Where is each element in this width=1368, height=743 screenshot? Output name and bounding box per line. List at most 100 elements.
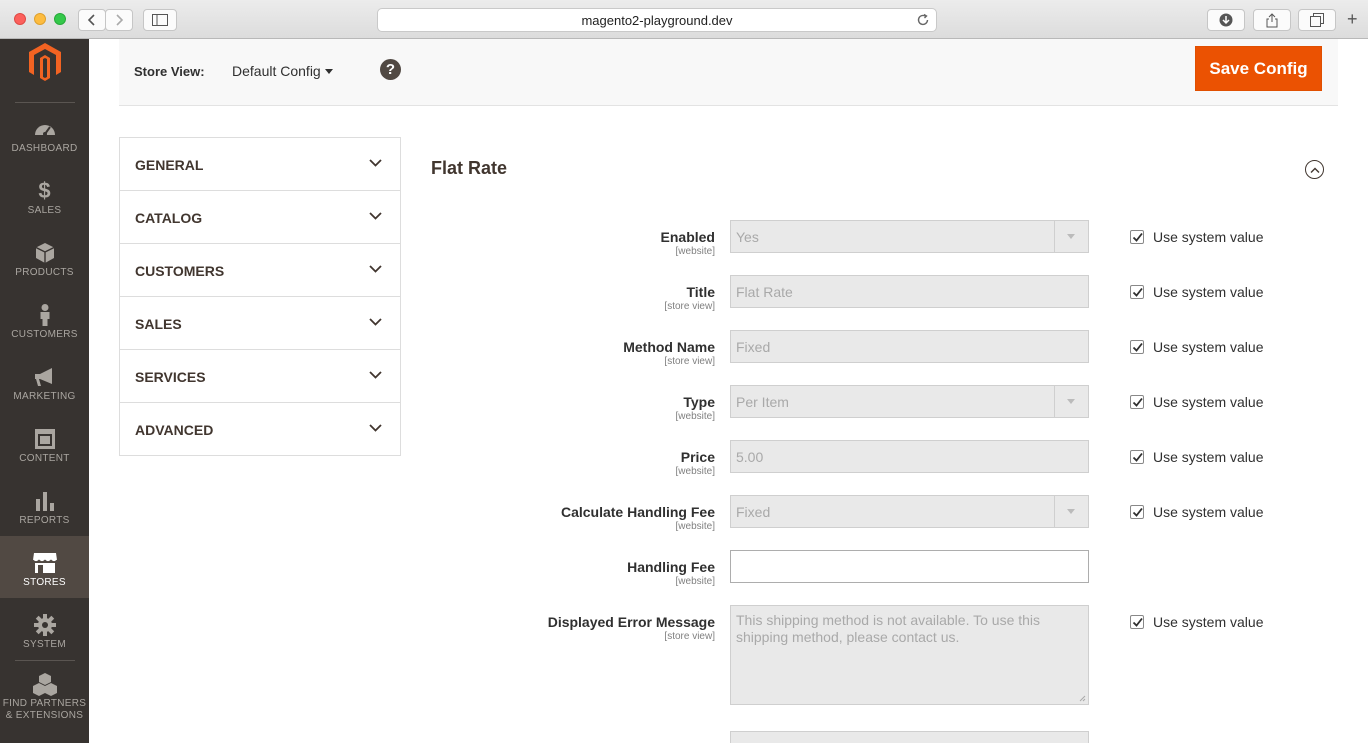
reload-icon[interactable] <box>916 13 930 27</box>
enabled-select[interactable]: Yes <box>730 220 1089 253</box>
download-icon <box>1219 13 1233 27</box>
scope-label: [website] <box>675 576 715 587</box>
zoom-window-button[interactable] <box>54 13 66 25</box>
checkbox[interactable] <box>1130 230 1144 244</box>
field-label: Enabled [website] <box>660 229 715 257</box>
boxes-icon <box>32 673 57 696</box>
checkbox[interactable] <box>1130 395 1144 409</box>
checkbox[interactable] <box>1130 615 1144 629</box>
sidebar-item-label: STORES <box>23 577 66 588</box>
checkmark-icon <box>1132 452 1143 462</box>
tab-label: SALES <box>135 316 182 332</box>
type-select[interactable]: Per Item <box>730 385 1089 418</box>
use-system-value-title[interactable]: Use system value <box>1130 284 1263 300</box>
scope-label: [store view] <box>664 301 715 312</box>
field-label: Calculate Handling Fee [website] <box>560 504 715 532</box>
tab-label: GENERAL <box>135 157 204 173</box>
scope-label: [website] <box>675 411 715 422</box>
next-field-control[interactable] <box>730 731 1089 743</box>
new-tab-button[interactable]: + <box>1347 10 1358 28</box>
select-value: Per Item <box>736 394 789 410</box>
title-input[interactable]: Flat Rate <box>730 275 1089 308</box>
sidebar-item-marketing[interactable]: MARKETING <box>0 365 89 427</box>
chevron-down-icon <box>369 212 382 220</box>
sidebar-item-label: FIND PARTNERS & EXTENSIONS <box>2 698 87 721</box>
price-input[interactable]: 5.00 <box>730 440 1089 473</box>
section-title[interactable]: Flat Rate <box>431 158 507 179</box>
select-value: Fixed <box>736 504 771 520</box>
use-system-value-enabled[interactable]: Use system value <box>1130 229 1263 245</box>
sidebar-item-customers[interactable]: CUSTOMERS <box>0 303 89 365</box>
use-system-value-method-name[interactable]: Use system value <box>1130 339 1263 355</box>
field-label: Handling Fee [website] <box>627 559 715 587</box>
store-view-switcher[interactable]: Default Config <box>232 63 321 79</box>
use-system-value-price[interactable]: Use system value <box>1130 449 1263 465</box>
scope-label: [website] <box>675 246 715 257</box>
sidebar-item-label: SALES <box>27 205 62 216</box>
sidebar-item-label: PRODUCTS <box>15 267 74 278</box>
sidebar-item-dashboard[interactable]: DASHBOARD <box>0 117 89 179</box>
layout-icon <box>34 429 55 449</box>
forward-button[interactable] <box>105 9 133 31</box>
checkbox[interactable] <box>1130 340 1144 354</box>
checkbox-label: Use system value <box>1153 394 1264 410</box>
browser-toolbar: magento2-playground.dev + <box>0 0 1368 39</box>
sidebar-item-sales[interactable]: $ SALES <box>0 179 89 241</box>
error-message-textarea[interactable]: This shipping method is not available. T… <box>730 605 1089 705</box>
downloads-button[interactable] <box>1207 9 1245 31</box>
page-actions-bar: Store View: Default Config ? Save Config <box>119 39 1338 106</box>
config-tabs: GENERAL CATALOG CUSTOMERS SALES SERVICES… <box>119 137 401 456</box>
back-button[interactable] <box>78 9 106 31</box>
field-label: Displayed Error Message [store view] <box>547 614 715 642</box>
tab-services[interactable]: SERVICES <box>120 350 400 403</box>
sidebar-item-find-partners[interactable]: FIND PARTNERS & EXTENSIONS <box>0 672 89 742</box>
select-value: Yes <box>736 229 759 245</box>
sidebar-item-system[interactable]: SYSTEM <box>0 613 89 675</box>
use-system-value-error-message[interactable]: Use system value <box>1130 614 1263 630</box>
sidebar-item-label: CONTENT <box>19 453 70 464</box>
minimize-window-button[interactable] <box>34 13 46 25</box>
method-name-input[interactable]: Fixed <box>730 330 1089 363</box>
sidebar-item-content[interactable]: CONTENT <box>0 427 89 489</box>
sidebar-item-label: MARKETING <box>13 391 76 402</box>
sidebar-item-products[interactable]: PRODUCTS <box>0 241 89 303</box>
magento-logo-icon[interactable] <box>25 41 65 83</box>
dollar-icon: $ <box>38 178 51 203</box>
caret-down-icon[interactable] <box>325 69 333 74</box>
address-bar[interactable]: magento2-playground.dev <box>377 8 937 32</box>
checkbox[interactable] <box>1130 285 1144 299</box>
use-system-value-handling-fee-calc[interactable]: Use system value <box>1130 504 1263 520</box>
checkbox-label: Use system value <box>1153 284 1264 300</box>
store-view-label: Store View: <box>134 64 205 79</box>
megaphone-icon <box>34 368 52 386</box>
resize-handle-icon[interactable] <box>1079 695 1086 702</box>
tab-general[interactable]: GENERAL <box>120 138 400 191</box>
sidebar-item-stores[interactable]: STORES <box>0 536 89 598</box>
input-value: Flat Rate <box>736 284 793 300</box>
tab-label: SERVICES <box>135 369 206 385</box>
chevron-down-icon <box>369 318 382 326</box>
close-window-button[interactable] <box>14 13 26 25</box>
checkbox[interactable] <box>1130 505 1144 519</box>
bar-chart-icon <box>35 492 54 511</box>
checkbox[interactable] <box>1130 450 1144 464</box>
checkmark-icon <box>1132 287 1143 297</box>
sidebar-toggle-button[interactable] <box>143 9 177 31</box>
save-config-button[interactable]: Save Config <box>1195 46 1322 91</box>
calculate-handling-fee-select[interactable]: Fixed <box>730 495 1089 528</box>
handling-fee-input[interactable] <box>730 550 1089 583</box>
sidebar-item-label: REPORTS <box>19 515 70 526</box>
help-icon[interactable]: ? <box>380 59 401 80</box>
tab-catalog[interactable]: CATALOG <box>120 191 400 244</box>
storefront-icon <box>32 553 57 573</box>
tab-advanced[interactable]: ADVANCED <box>120 403 400 456</box>
tab-sales[interactable]: SALES <box>120 297 400 350</box>
checkbox-label: Use system value <box>1153 504 1264 520</box>
use-system-value-type[interactable]: Use system value <box>1130 394 1263 410</box>
tab-customers[interactable]: CUSTOMERS <box>120 244 400 297</box>
field-label: Method Name [store view] <box>623 339 715 367</box>
tabs-overview-button[interactable] <box>1298 9 1336 31</box>
sidebar-item-label: SYSTEM <box>23 639 66 650</box>
share-button[interactable] <box>1253 9 1291 31</box>
collapse-section-button[interactable] <box>1305 160 1324 179</box>
